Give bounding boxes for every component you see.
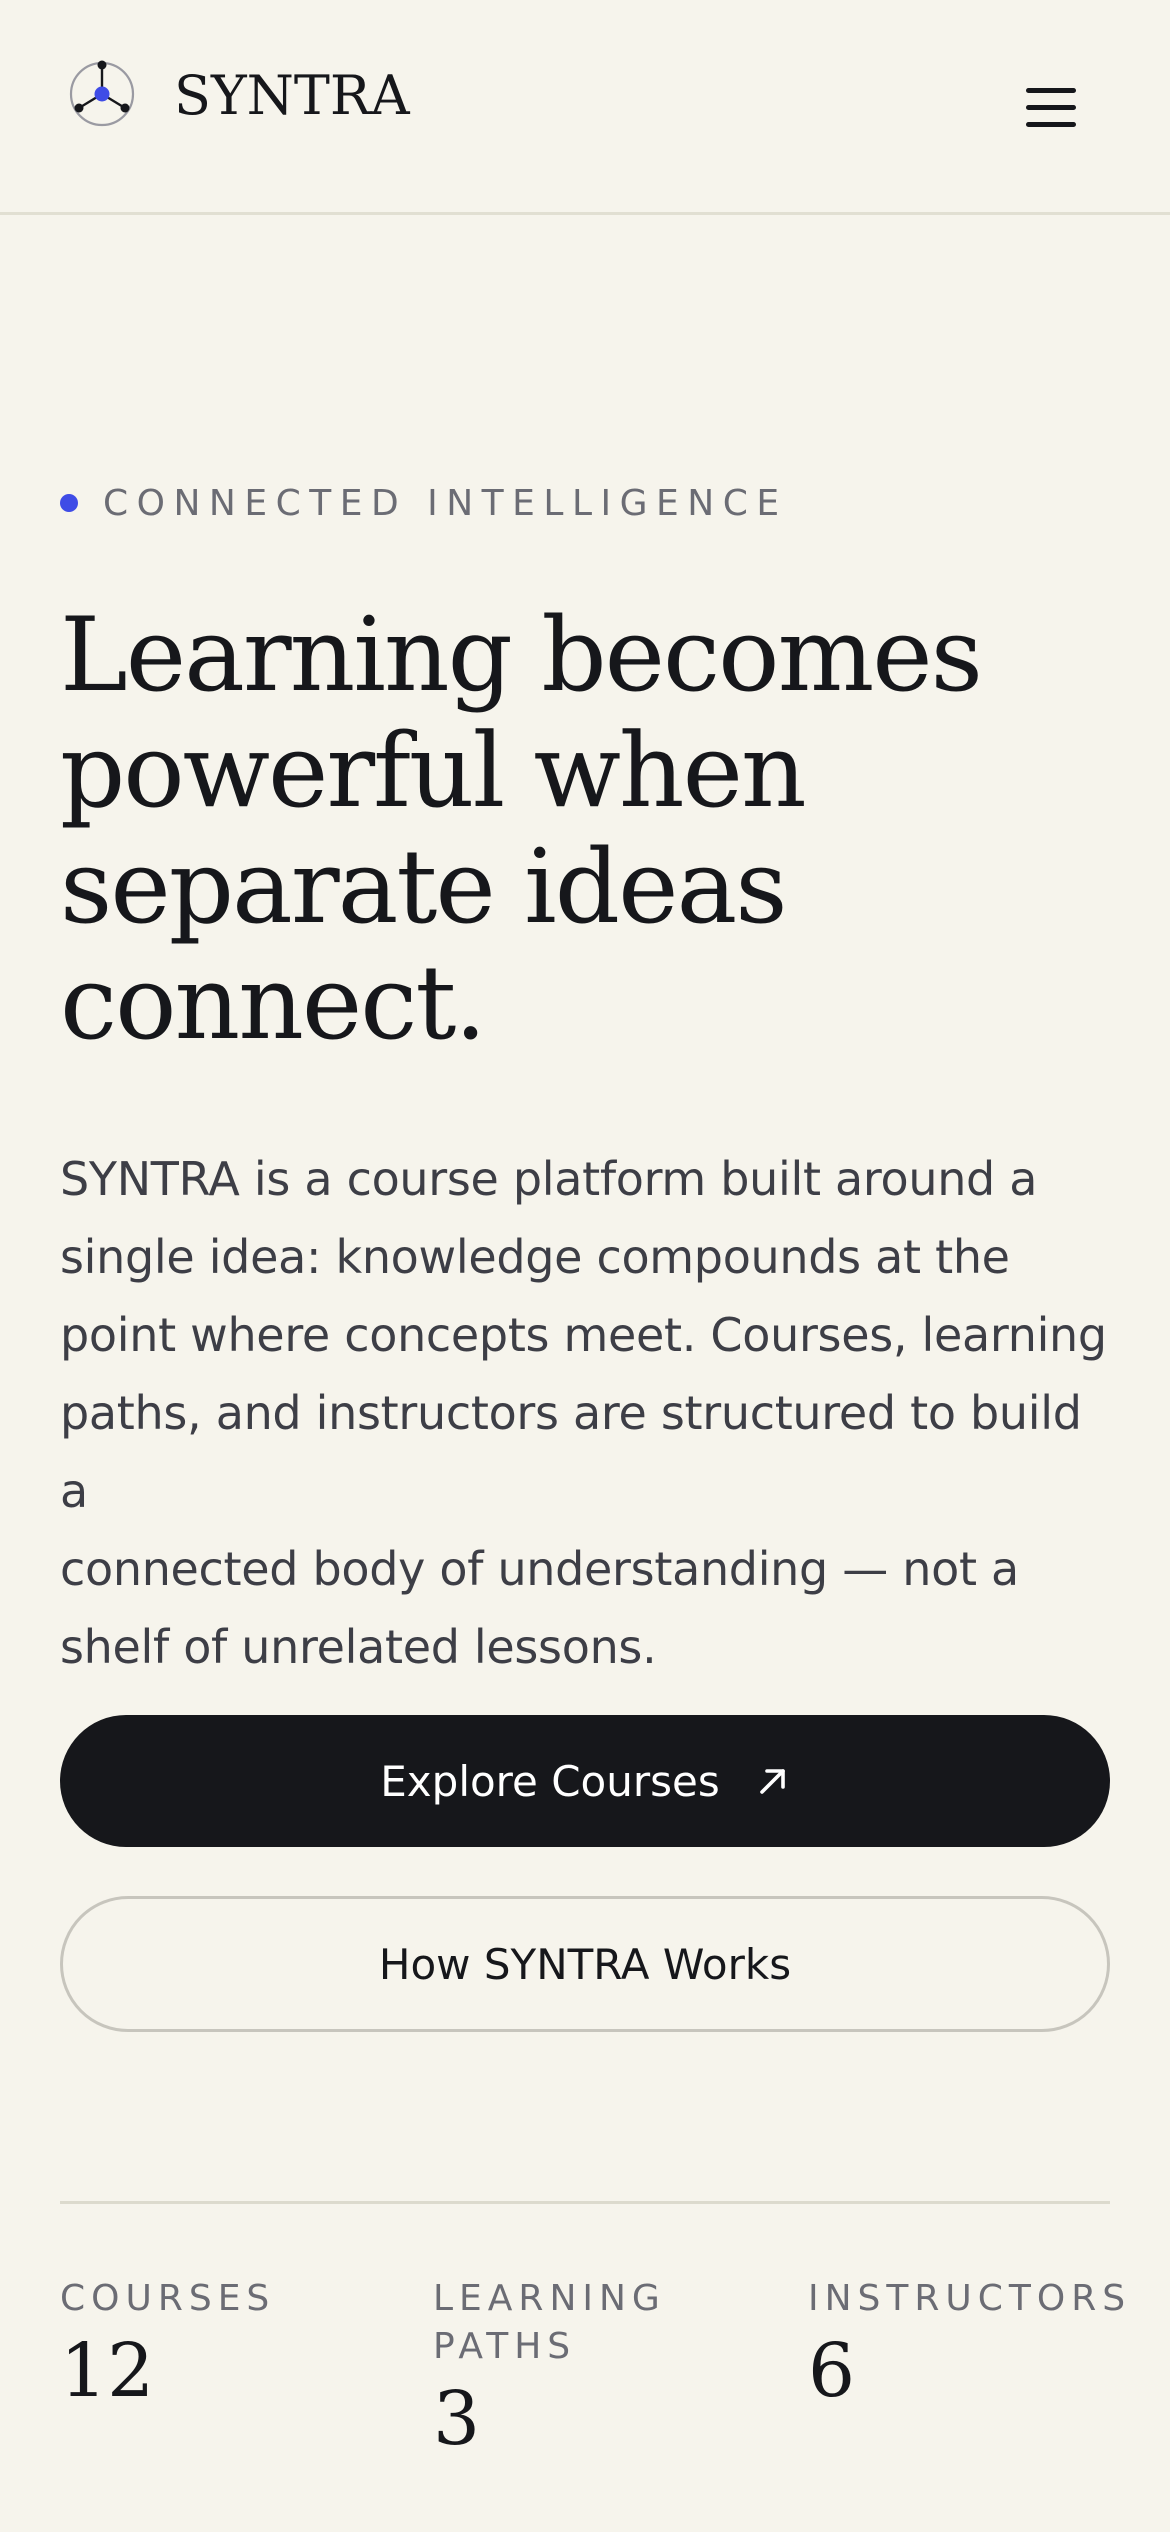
stat-instructors: INSTRUCTORS 6 [808,2275,1168,2419]
explore-courses-button[interactable]: Explore Courses [60,1715,1110,1847]
stats-divider [60,2201,1110,2204]
accent-dot-icon [60,494,78,512]
intro-line: shelf of unrelated lessons. [60,1620,657,1674]
network-node-icon[interactable] [67,59,137,129]
stat-label-line: LEARNING [433,2278,666,2319]
how-it-works-button[interactable]: How SYNTRA Works [60,1896,1110,2032]
brand-name[interactable]: SYNTRA [174,64,410,128]
intro-line: connected body of understanding — not a [60,1542,1019,1596]
headline-line: separate ideas [60,828,788,947]
stat-value: 6 [808,2328,856,2414]
stat-value: 12 [60,2328,155,2414]
headline-line: powerful when [60,712,807,831]
intro-line: paths, and instructors are structured to… [60,1386,1082,1518]
eyebrow-label: CONNECTED INTELLIGENCE [103,482,788,524]
stat-label: COURSES [60,2275,400,2323]
headline-line: connect. [60,944,487,1063]
hamburger-menu-icon[interactable] [1010,78,1092,138]
eyebrow: CONNECTED INTELLIGENCE [60,478,788,528]
intro-line: SYNTRA is a course platform built around… [60,1152,1038,1206]
hero-headline: Learning becomes powerful when separate … [60,598,1120,1062]
stat-label-line: PATHS [433,2326,577,2367]
stat-value: 3 [433,2376,481,2462]
stat-label: INSTRUCTORS [808,2275,1168,2323]
explore-courses-label: Explore Courses [380,1756,720,1806]
stat-label: LEARNING PATHS [433,2275,733,2371]
stat-label-line: INSTRUCTORS [808,2278,1132,2319]
stat-courses: COURSES 12 [60,2275,400,2419]
hero-intro: SYNTRA is a course platform built around… [60,1140,1120,1686]
how-it-works-label: How SYNTRA Works [378,1939,792,1989]
arrow-up-right-icon [759,1769,785,1794]
intro-line: point where concepts meet. Courses, lear… [60,1308,1107,1362]
stat-learning-paths: LEARNING PATHS 3 [433,2275,733,2467]
site-header: SYNTRA [0,0,1170,215]
stat-label-line: COURSES [60,2278,276,2319]
headline-line: Learning becomes [60,596,983,715]
intro-line: single idea: knowledge compounds at the [60,1230,1010,1284]
